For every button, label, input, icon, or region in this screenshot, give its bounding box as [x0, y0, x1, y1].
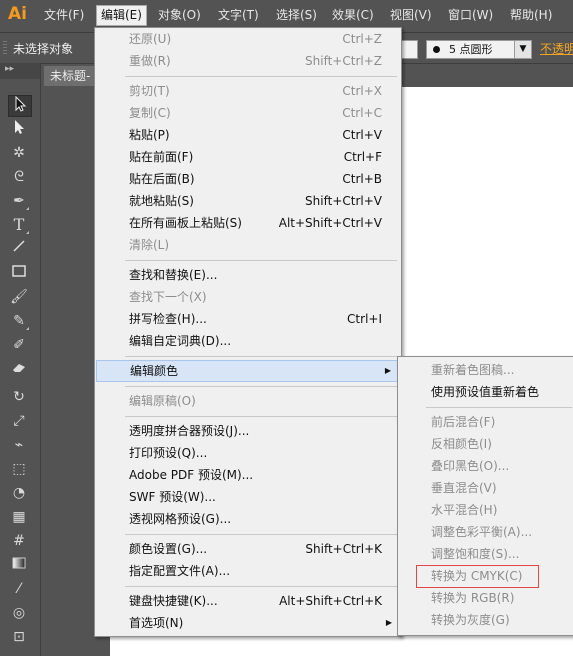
- selection-status: 未选择对象: [13, 42, 74, 56]
- tools-panel-header[interactable]: ▸▸: [0, 63, 40, 79]
- menu-effect[interactable]: 效果(C): [328, 6, 378, 25]
- submenu-item-adjust-color-balance[interactable]: 调整色彩平衡(A)...: [399, 521, 573, 543]
- brush-size: 5: [449, 43, 456, 56]
- pencil-tool-icon[interactable]: ✎: [8, 311, 30, 331]
- menu-separator: [426, 407, 572, 408]
- menu-item-perspective-grid-presets[interactable]: 透视网格预设(G)...: [96, 508, 400, 530]
- menu-type[interactable]: 文字(T): [214, 6, 263, 25]
- menu-edit[interactable]: 编辑(E): [96, 5, 147, 26]
- menu-item-edit-original[interactable]: 编辑原稿(O): [96, 390, 400, 412]
- brush-name: 点圆形: [459, 43, 493, 56]
- submenu-item-blend-front-to-back[interactable]: 前后混合(F): [399, 411, 573, 433]
- chevron-down-icon[interactable]: ▼: [514, 40, 532, 59]
- eyedropper-tool-icon[interactable]: ⁄: [8, 579, 30, 599]
- submenu-item-convert-to-rgb[interactable]: 转换为 RGB(R): [399, 587, 573, 609]
- menu-item-copy[interactable]: 复制(C) Ctrl+C: [96, 102, 400, 124]
- rectangle-tool-icon[interactable]: [8, 263, 30, 283]
- menu-view[interactable]: 视图(V): [386, 6, 436, 25]
- direct-selection-tool-icon[interactable]: [8, 119, 30, 139]
- submenu-item-saturate[interactable]: 调整饱和度(S)...: [399, 543, 573, 565]
- menu-item-paste[interactable]: 粘贴(P) Ctrl+V: [96, 124, 400, 146]
- eraser-tool-icon[interactable]: [8, 359, 30, 379]
- tools-panel: ▸▸ ✲ ᘓ ✒ T 🖌 ✎ ✐ ↻ ⤢ ⌁ ⬚ ◔ ▦ # ⁄ ◎ ⊡: [0, 63, 41, 656]
- blend-tool-icon[interactable]: ◎: [8, 603, 30, 623]
- menu-item-find-replace[interactable]: 查找和替换(E)...: [96, 264, 400, 286]
- menu-item-paste-on-all-artboards[interactable]: 在所有画板上粘贴(S) Alt+Shift+Ctrl+V: [96, 212, 400, 234]
- line-tool-icon[interactable]: [8, 239, 30, 259]
- menu-item-transparency-flattener-presets[interactable]: 透明度拼合器预设(J)...: [96, 420, 400, 442]
- edit-colors-submenu: 重新着色图稿... 使用预设值重新着色 前后混合(F) 反相颜色(I) 叠印黑色…: [397, 356, 573, 636]
- submenu-arrow-icon: ▶: [385, 618, 392, 627]
- edit-menu: 还原(U) Ctrl+Z 重做(R) Shift+Ctrl+Z 剪切(T) Ctrl+…: [94, 27, 402, 637]
- type-tool-icon[interactable]: T: [8, 215, 30, 235]
- menu-help[interactable]: 帮助(H): [506, 6, 556, 25]
- brush-definition-dropdown[interactable]: 5 点圆形: [426, 40, 516, 59]
- width-tool-icon[interactable]: ⌁: [8, 435, 30, 455]
- panel-grip[interactable]: [3, 41, 7, 55]
- selection-tool-icon[interactable]: [8, 95, 32, 117]
- menu-item-preferences[interactable]: 首选项(N) ▶: [96, 612, 400, 634]
- menu-item-paste-in-place[interactable]: 就地粘贴(S) Shift+Ctrl+V: [96, 190, 400, 212]
- submenu-item-recolor-artwork[interactable]: 重新着色图稿...: [399, 359, 573, 381]
- menu-separator: [125, 586, 397, 587]
- menu-separator: [125, 260, 397, 261]
- blob-brush-tool-icon[interactable]: ✐: [8, 335, 30, 355]
- submenu-item-invert-colors[interactable]: 反相颜色(I): [399, 433, 573, 455]
- menu-separator: [125, 356, 397, 357]
- free-transform-tool-icon[interactable]: ⬚: [8, 459, 30, 479]
- pen-tool-icon[interactable]: ✒: [8, 191, 30, 211]
- submenu-item-convert-to-grayscale[interactable]: 转换为灰度(G): [399, 609, 573, 631]
- collapse-icon[interactable]: ▸▸: [5, 64, 14, 74]
- paintbrush-tool-icon[interactable]: 🖌: [8, 287, 30, 307]
- menu-separator: [125, 386, 397, 387]
- gradient-tool-icon[interactable]: [8, 555, 30, 575]
- magic-wand-tool-icon[interactable]: ✲: [8, 143, 30, 163]
- submenu-item-recolor-with-preset[interactable]: 使用预设值重新着色: [399, 381, 573, 403]
- menu-item-cut[interactable]: 剪切(T) Ctrl+X: [96, 80, 400, 102]
- menu-item-keyboard-shortcuts[interactable]: 键盘快捷键(K)... Alt+Shift+Ctrl+K: [96, 590, 400, 612]
- perspective-grid-tool-icon[interactable]: ▦: [8, 507, 30, 527]
- menu-item-undo[interactable]: 还原(U) Ctrl+Z: [96, 28, 400, 50]
- menu-item-assign-profile[interactable]: 指定配置文件(A)...: [96, 560, 400, 582]
- menu-select[interactable]: 选择(S): [272, 6, 321, 25]
- menu-window[interactable]: 窗口(W): [444, 6, 497, 25]
- opacity-link[interactable]: 不透明: [540, 40, 573, 57]
- menu-item-paste-in-back[interactable]: 贴在后面(B) Ctrl+B: [96, 168, 400, 190]
- menu-file[interactable]: 文件(F): [40, 6, 88, 25]
- app-logo: Ai: [8, 4, 27, 24]
- mesh-tool-icon[interactable]: #: [8, 531, 30, 551]
- lasso-tool-icon[interactable]: ᘓ: [8, 167, 30, 187]
- menu-item-print-presets[interactable]: 打印预设(Q)...: [96, 442, 400, 464]
- submenu-item-blend-vertically[interactable]: 垂直混合(V): [399, 477, 573, 499]
- scale-tool-icon[interactable]: ⤢: [8, 411, 30, 431]
- menu-separator: [125, 416, 397, 417]
- menu-separator: [125, 534, 397, 535]
- menu-item-swf-presets[interactable]: SWF 预设(W)...: [96, 486, 400, 508]
- menu-item-paste-in-front[interactable]: 贴在前面(F) Ctrl+F: [96, 146, 400, 168]
- menu-item-pdf-presets[interactable]: Adobe PDF 预设(M)...: [96, 464, 400, 486]
- submenu-item-blend-horizontally[interactable]: 水平混合(H): [399, 499, 573, 521]
- annotation-highlight-box: [416, 565, 539, 588]
- symbol-sprayer-tool-icon[interactable]: ⊡: [8, 627, 30, 647]
- shape-builder-tool-icon[interactable]: ◔: [8, 483, 30, 503]
- menu-item-spell-check[interactable]: 拼写检查(H)... Ctrl+I: [96, 308, 400, 330]
- menu-item-redo[interactable]: 重做(R) Shift+Ctrl+Z: [96, 50, 400, 72]
- rotate-tool-icon[interactable]: ↻: [8, 387, 30, 407]
- menu-item-find-next[interactable]: 查找下一个(X): [96, 286, 400, 308]
- menu-object[interactable]: 对象(O): [154, 6, 205, 25]
- menu-item-color-settings[interactable]: 颜色设置(G)... Shift+Ctrl+K: [96, 538, 400, 560]
- submenu-item-overprint-black[interactable]: 叠印黑色(O)...: [399, 455, 573, 477]
- submenu-arrow-icon: ▶: [384, 366, 391, 375]
- round-brush-icon: [433, 46, 440, 53]
- menu-item-edit-custom-dictionary[interactable]: 编辑自定词典(D)...: [96, 330, 400, 352]
- menu-item-clear[interactable]: 清除(L): [96, 234, 400, 256]
- menu-item-edit-colors[interactable]: 编辑颜色 ▶: [96, 360, 400, 382]
- menu-separator: [125, 76, 397, 77]
